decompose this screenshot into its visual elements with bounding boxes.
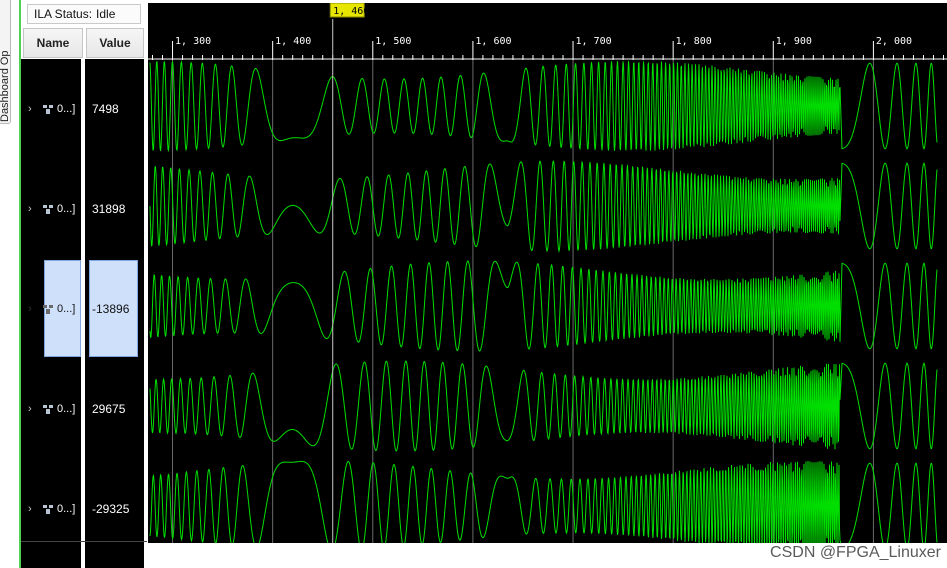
watermark: CSDN @FPGA_Linuxer: [770, 544, 941, 561]
signal-3-waveform: [149, 260, 938, 352]
timeline-tick-label: 1, 700: [576, 36, 612, 47]
signal-name-text: 0...]: [57, 103, 76, 115]
dashboard-options-tab[interactable]: Dashboard Op: [0, 0, 11, 124]
value-column-header[interactable]: Value: [86, 28, 144, 58]
name-column-header[interactable]: Name: [23, 28, 83, 58]
signal-row-2-name[interactable]: › 0...]: [28, 201, 75, 217]
signal-row-1-value: 7498: [92, 102, 119, 116]
ila-status: ILA Status: Idle: [27, 4, 141, 24]
signal-4-waveform: [149, 360, 938, 452]
name-column-label: Name: [36, 36, 70, 50]
bus-signal-icon: [43, 404, 53, 414]
signal-name-text: 0...]: [57, 203, 76, 215]
ila-status-label: ILA Status:: [34, 7, 93, 21]
signal-row-4-name[interactable]: › 0...]: [28, 401, 75, 417]
signal-row-3-name[interactable]: › 0...]: [28, 301, 75, 317]
expand-chevron-icon[interactable]: ›: [28, 303, 38, 315]
timeline-tick-label: 1, 800: [676, 36, 712, 47]
expand-chevron-icon[interactable]: ›: [28, 503, 38, 515]
signal-row-1-name[interactable]: › 0...]: [28, 101, 75, 117]
signal-row-5-name[interactable]: › 0...]: [28, 501, 75, 517]
timeline-tick-label: 1, 300: [175, 36, 211, 47]
bus-signal-icon: [43, 504, 53, 514]
bus-signal-icon: [43, 204, 53, 214]
cursor-value-label: 1, 460: [333, 6, 369, 17]
waveform-canvas[interactable]: 1, 300 1, 400 1, 500 1, 600 1, 700 1, 800 1, 9…: [148, 3, 947, 543]
ila-waveform-window: Dashboard Op ILA Status: Idle Name Value …: [0, 0, 947, 568]
expand-chevron-icon[interactable]: ›: [28, 203, 38, 215]
value-column-label: Value: [99, 36, 131, 50]
timeline-tick-label: 2, 000: [876, 36, 912, 47]
signal-row-2-value: 31898: [92, 202, 126, 216]
signal-row-4-value: 29675: [92, 402, 126, 416]
timeline-tick-label: 1, 400: [275, 36, 311, 47]
expand-chevron-icon[interactable]: ›: [28, 403, 38, 415]
ila-status-value: Idle: [96, 7, 116, 21]
waveform-viewer[interactable]: 1, 300 1, 400 1, 500 1, 600 1, 700 1, 800 1, 9…: [148, 3, 947, 543]
signal-name-text: 0...]: [57, 503, 76, 515]
signal-row-5-value: -29325: [92, 502, 130, 516]
timeline-tick-label: 1, 500: [375, 36, 411, 47]
bus-signal-icon: [43, 304, 53, 314]
signal-2-waveform: [149, 160, 938, 253]
signal-name-text: 0...]: [57, 303, 76, 315]
timeline-tick-label: 1, 600: [475, 36, 511, 47]
timeline-tick-label: 1, 900: [776, 36, 812, 47]
bus-signal-icon: [43, 104, 53, 114]
list-bottom-divider: [21, 541, 147, 542]
signal-1-waveform: [149, 60, 938, 153]
signal-row-3-value: -13896: [92, 302, 130, 316]
signal-name-text: 0...]: [57, 403, 76, 415]
dashboard-tab-label: Dashboard Op: [0, 50, 11, 122]
expand-chevron-icon[interactable]: ›: [28, 103, 38, 115]
signal-5-waveform: [149, 460, 938, 543]
